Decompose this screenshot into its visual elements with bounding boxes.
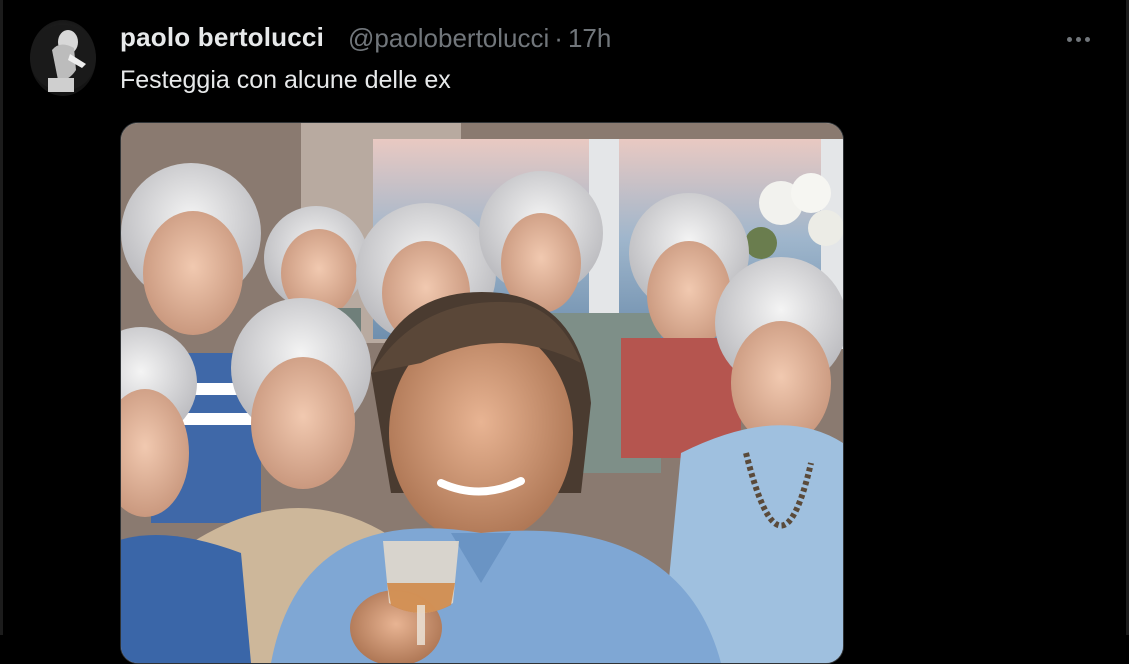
timeline-left-border [0,0,3,635]
avatar-image-icon [30,25,96,92]
display-name[interactable]: paolo bertolucci [120,22,324,53]
tweet-frame: paolo bertolucci @paolobertolucci · 17h Fe… [0,0,1129,664]
timestamp[interactable]: 17h [568,23,611,53]
meta-separator: · [554,23,563,53]
more-horizontal-icon[interactable] [1058,26,1098,52]
photo-image [121,123,843,663]
tweet-media-photo[interactable] [120,122,844,664]
tweet-meta: @paolobertolucci · 17h [348,23,611,54]
handle[interactable]: @paolobertolucci [348,23,549,53]
tweet-text: Festeggia con alcune delle ex [120,66,451,94]
avatar[interactable] [30,20,96,96]
